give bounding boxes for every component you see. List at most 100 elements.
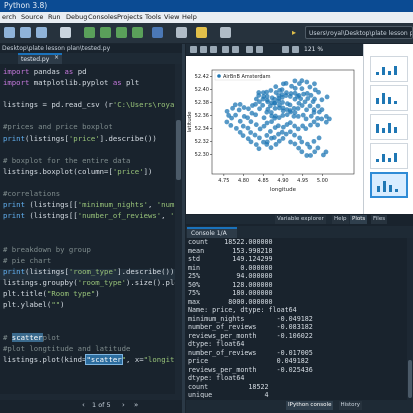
- menu-item[interactable]: Projects: [117, 13, 143, 21]
- scatter-point: [296, 146, 301, 151]
- code-token: ): [60, 300, 64, 309]
- console-tab-active[interactable]: Console 1/A: [187, 227, 237, 238]
- console-output[interactable]: count 18522.000000 mean 153.998218 std 149…: [188, 238, 406, 398]
- scatter-point: [260, 103, 265, 108]
- code-token: #plot longtitude and latitude: [3, 344, 130, 353]
- plot-thumbnail[interactable]: [370, 114, 408, 140]
- working-dir-icon: ▸: [292, 28, 296, 37]
- code-line: import matplotlib.pyplot as plt: [3, 77, 175, 88]
- previous-page-icon[interactable]: ‹: [82, 401, 85, 409]
- tab-help[interactable]: Help: [332, 215, 349, 224]
- scatter-point: [234, 126, 239, 131]
- python-path-icon[interactable]: [196, 27, 207, 38]
- menu-item[interactable]: Source: [21, 13, 43, 21]
- console-line: count 18522: [188, 383, 406, 392]
- scatter-point: [284, 81, 289, 86]
- y-tick-label: 52.40: [195, 87, 209, 93]
- scatter-point: [258, 127, 263, 132]
- code-token: ): [95, 289, 99, 298]
- tab-variable-explorer[interactable]: Variable explorer: [275, 215, 326, 224]
- code-line: print(listings['room_type'].describe()): [3, 266, 175, 277]
- new-file-icon[interactable]: [60, 27, 71, 38]
- scatter-point: [269, 136, 274, 141]
- scatter-point: [316, 104, 321, 109]
- scatter-point: [249, 119, 254, 124]
- run-icon[interactable]: [100, 27, 111, 38]
- editor-scroll-thumb[interactable]: [176, 120, 181, 180]
- thumbnail-mark: [376, 98, 379, 104]
- pane-splitter[interactable]: [182, 44, 185, 413]
- tab-history[interactable]: History: [339, 401, 363, 410]
- zoom-out-icon[interactable]: [282, 46, 289, 53]
- scatter-point: [308, 153, 313, 158]
- remove-plot-icon[interactable]: [222, 46, 229, 53]
- preferences-icon[interactable]: [176, 27, 187, 38]
- code-token: listings.boxplot(column=[: [3, 167, 113, 176]
- working-directory-combobox[interactable]: Users\royal\Desktop\plate lesson plan: [305, 26, 413, 39]
- run-cell-icon[interactable]: [116, 27, 127, 38]
- next-page-icon[interactable]: ›: [122, 401, 125, 409]
- run-selection-icon[interactable]: [132, 27, 143, 38]
- plot-thumbnail[interactable]: [370, 143, 408, 169]
- last-page-icon[interactable]: »: [134, 401, 138, 409]
- menu-item[interactable]: Run: [48, 13, 60, 21]
- scatter-point: [319, 117, 324, 122]
- plot-thumbnail[interactable]: [370, 85, 408, 111]
- menu-item[interactable]: Tools: [145, 13, 161, 21]
- code-line: ​: [3, 144, 175, 155]
- code-editor[interactable]: import pandas as pd import matplotlib.pyp…: [3, 66, 175, 366]
- y-tick-label: 52.38: [195, 100, 209, 106]
- save-all-plots-icon[interactable]: [200, 46, 207, 53]
- console-scroll-thumb[interactable]: [408, 360, 412, 398]
- thumbnail-mark: [394, 66, 397, 75]
- maximize-icon[interactable]: [220, 27, 231, 38]
- scatter-point: [261, 94, 266, 99]
- console-line: mean 153.998218: [188, 247, 406, 256]
- next-plot-icon[interactable]: [256, 46, 263, 53]
- zoom-in-icon[interactable]: [292, 46, 299, 53]
- previous-plot-icon[interactable]: [246, 46, 253, 53]
- copy-plot-icon[interactable]: [210, 46, 217, 53]
- close-tab-icon[interactable]: ×: [54, 54, 59, 61]
- save-icon[interactable]: [20, 27, 31, 38]
- scatter-point: [312, 107, 317, 112]
- tab-files[interactable]: Files: [371, 215, 387, 224]
- page-indicator: 1 of 5: [92, 401, 111, 409]
- code-token: print: [3, 134, 25, 143]
- menu-bar: [0, 12, 413, 23]
- save-all-icon[interactable]: [36, 27, 47, 38]
- scatter-point: [273, 114, 278, 119]
- scatter-point: [250, 103, 255, 108]
- code-token: 'price': [113, 167, 144, 176]
- menu-item[interactable]: rch: [6, 13, 16, 21]
- save-plot-icon[interactable]: [190, 46, 197, 53]
- scatter-point: [226, 113, 231, 118]
- tab-plots[interactable]: Plots: [350, 215, 367, 224]
- plot-thumbnail[interactable]: [370, 56, 408, 82]
- scatter-point: [315, 146, 320, 151]
- remove-all-plots-icon[interactable]: [232, 46, 239, 53]
- scatter-point: [238, 102, 243, 107]
- console-line: 25% 94.000000: [188, 272, 406, 281]
- menu-item[interactable]: Help: [182, 13, 197, 21]
- console-line: dtype: float64: [188, 340, 406, 349]
- debug-icon[interactable]: [84, 27, 95, 38]
- scatter-point: [276, 96, 281, 101]
- scatter-point: [303, 99, 308, 104]
- scatter-point: [312, 81, 317, 86]
- menu-item[interactable]: Consoles: [88, 13, 117, 21]
- scatter-point: [254, 122, 259, 127]
- console-line: unique 4: [188, 391, 406, 398]
- editor-vertical-scrollbar[interactable]: [175, 64, 182, 394]
- plot-thumbnail-active[interactable]: [370, 172, 408, 198]
- console-line: 75% 180.000000: [188, 289, 406, 298]
- code-line: print (listings[['minimum_nights', 'numb…: [3, 199, 175, 210]
- stop-icon[interactable]: [152, 27, 163, 38]
- open-file-icon[interactable]: [4, 27, 15, 38]
- menu-item[interactable]: View: [164, 13, 179, 21]
- scatter-point: [317, 135, 322, 140]
- tab-ipython-console[interactable]: IPython console: [286, 401, 333, 410]
- code-line: # scatterplot: [3, 332, 175, 343]
- console-line: number_of_reviews -0.083182: [188, 323, 406, 332]
- menu-item[interactable]: Debug: [66, 13, 87, 21]
